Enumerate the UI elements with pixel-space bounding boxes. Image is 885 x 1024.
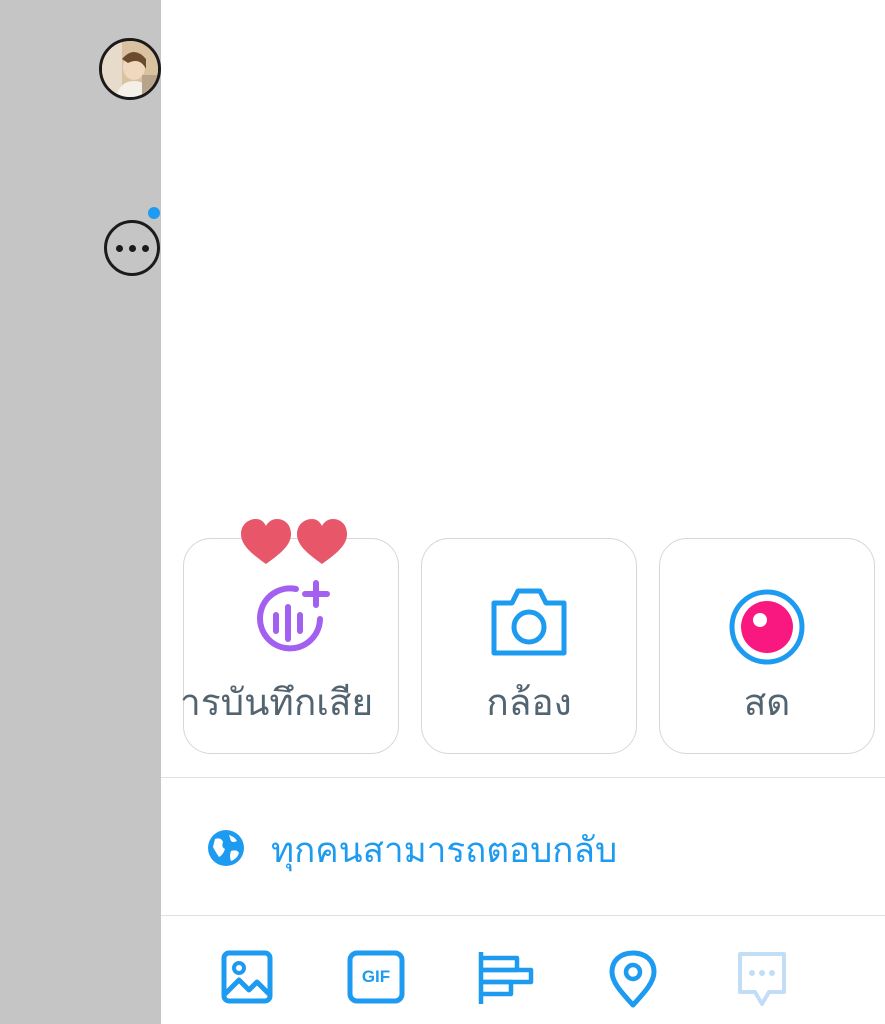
poll-icon bbox=[478, 952, 534, 1004]
chat-dots-icon bbox=[738, 952, 786, 1006]
gif-text: GIF bbox=[361, 967, 391, 986]
more-dots-icon bbox=[107, 223, 157, 273]
gif-button[interactable]: GIF bbox=[347, 950, 405, 1008]
globe-icon bbox=[207, 829, 245, 871]
location-button[interactable] bbox=[609, 950, 657, 1012]
camera-card[interactable]: กล้อง bbox=[421, 538, 637, 754]
sidebar-overlay bbox=[0, 0, 161, 1024]
location-pin-icon bbox=[609, 950, 657, 1008]
more-options-button[interactable] bbox=[104, 220, 160, 276]
image-button[interactable] bbox=[221, 950, 273, 1008]
live-icon bbox=[727, 587, 807, 671]
notification-dot bbox=[148, 207, 160, 219]
live-card[interactable]: สด bbox=[659, 538, 875, 754]
reply-setting-label: ทุกคนสามารถตอบกลับ bbox=[271, 830, 618, 871]
heart-icon bbox=[241, 519, 347, 564]
composer-toolbar: GIF bbox=[161, 950, 885, 1014]
voice-record-card[interactable]: ารบันทึกเสีย bbox=[180, 538, 399, 754]
live-label: สด bbox=[743, 681, 791, 724]
divider bbox=[161, 777, 885, 778]
reply-setting[interactable]: ทุกคนสามารถตอบกลับ bbox=[207, 822, 617, 878]
voice-plus-icon bbox=[250, 579, 332, 669]
thread-button[interactable] bbox=[735, 950, 789, 1012]
avatar-photo bbox=[102, 41, 158, 97]
voice-record-label: ารบันทึกเสีย bbox=[180, 681, 374, 724]
media-options: ารบันทึกเสีย กล้อง สด bbox=[161, 538, 885, 756]
image-icon bbox=[221, 950, 273, 1004]
divider bbox=[161, 915, 885, 916]
poll-button[interactable] bbox=[477, 950, 535, 1010]
camera-label: กล้อง bbox=[486, 681, 572, 724]
camera-icon bbox=[490, 587, 568, 661]
avatar[interactable] bbox=[99, 38, 161, 100]
composer-panel: ารบันทึกเสีย กล้อง สด ทุกคนสามารถตอบกลับ… bbox=[161, 0, 885, 1024]
hearts-sticker bbox=[239, 516, 349, 568]
